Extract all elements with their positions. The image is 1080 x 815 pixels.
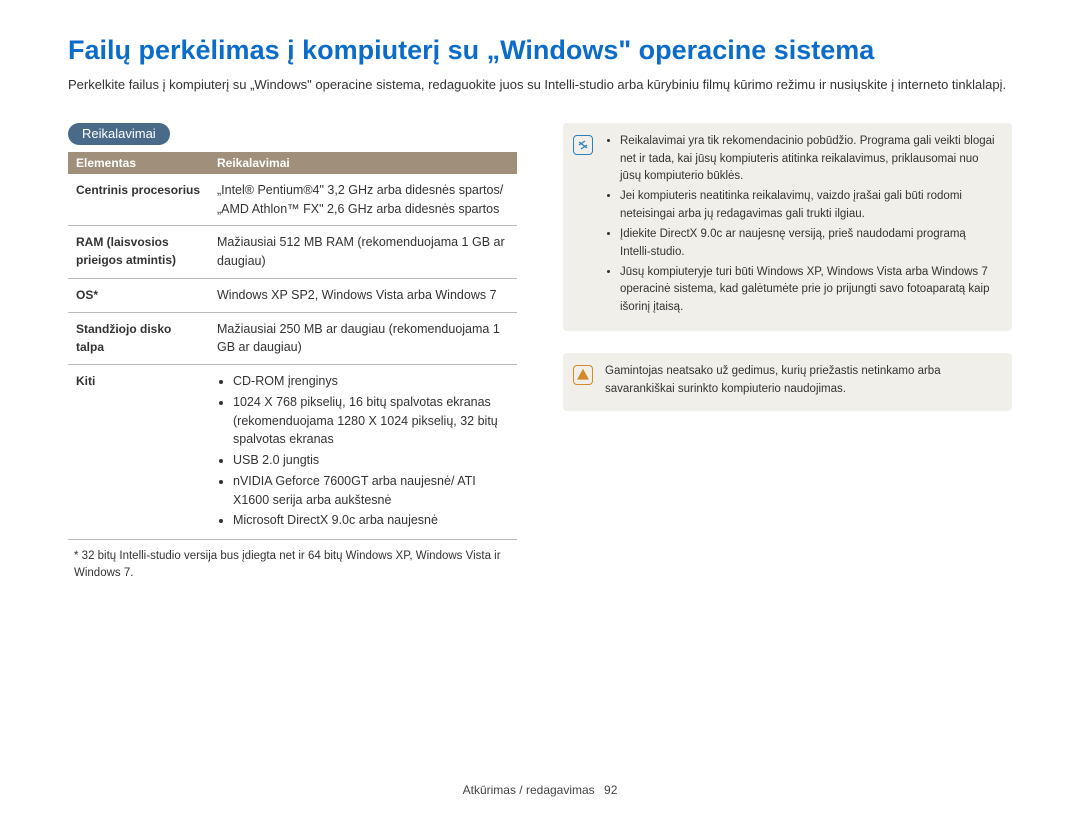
- list-item: 1024 X 768 pikselių, 16 bitų spalvotas e…: [233, 393, 509, 449]
- table-row: Kiti CD-ROM įrenginys 1024 X 768 pikseli…: [68, 365, 517, 540]
- table-row: OS* Windows XP SP2, Windows Vista arba W…: [68, 278, 517, 312]
- row-label: Kiti: [68, 365, 209, 540]
- list-item: CD-ROM įrenginys: [233, 372, 509, 391]
- row-value: „Intel® Pentium®4" 3,2 GHz arba didesnės…: [209, 174, 517, 226]
- list-item: nVIDIA Geforce 7600GT arba naujesnė/ ATI…: [233, 472, 509, 510]
- footer-section: Atkūrimas / redagavimas: [463, 783, 595, 797]
- intro-text: Perkelkite failus į kompiuterį su „Windo…: [68, 76, 1012, 95]
- row-value: Windows XP SP2, Windows Vista arba Windo…: [209, 278, 517, 312]
- warning-text: Gamintojas neatsako už gedimus, kurių pr…: [605, 363, 998, 399]
- footnote: * 32 bitų Intelli-studio versija bus įdi…: [68, 548, 517, 583]
- requirements-table: Elementas Reikalavimai Centrinis proceso…: [68, 152, 517, 540]
- row-label: Standžiojo disko talpa: [68, 312, 209, 365]
- list-item: USB 2.0 jungtis: [233, 451, 509, 470]
- table-row: Standžiojo disko talpa Mažiausiai 250 MB…: [68, 312, 517, 365]
- list-item: Microsoft DirectX 9.0c arba naujesnė: [233, 511, 509, 530]
- row-label: OS*: [68, 278, 209, 312]
- requirements-badge: Reikalavimai: [68, 123, 170, 145]
- warning-note-box: Gamintojas neatsako už gedimus, kurių pr…: [563, 353, 1012, 411]
- list-item: Įdiekite DirectX 9.0c ar naujesnę versij…: [620, 226, 998, 262]
- list-item: Jei kompiuteris neatitinka reikalavimų, …: [620, 188, 998, 224]
- warning-icon: [573, 365, 593, 385]
- row-value: Mažiausiai 250 MB ar daugiau (rekomenduo…: [209, 312, 517, 365]
- row-label: Centrinis procesorius: [68, 174, 209, 226]
- info-icon: [573, 135, 593, 155]
- row-value: Mažiausiai 512 MB RAM (rekomenduojama 1 …: [209, 226, 517, 279]
- info-note-box: Reikalavimai yra tik rekomendacinio pobū…: [563, 123, 1012, 331]
- col-header-requirement: Reikalavimai: [209, 152, 517, 174]
- list-item: Jūsų kompiuteryje turi būti Windows XP, …: [620, 264, 998, 317]
- row-label: RAM (laisvosios prieigos atmintis): [68, 226, 209, 279]
- col-header-element: Elementas: [68, 152, 209, 174]
- page-number: 92: [604, 783, 617, 797]
- row-value: CD-ROM įrenginys 1024 X 768 pikselių, 16…: [209, 365, 517, 540]
- list-item: Reikalavimai yra tik rekomendacinio pobū…: [620, 133, 998, 186]
- page-footer: Atkūrimas / redagavimas 92: [0, 783, 1080, 797]
- table-row: RAM (laisvosios prieigos atmintis) Mažia…: [68, 226, 517, 279]
- table-row: Centrinis procesorius „Intel® Pentium®4"…: [68, 174, 517, 226]
- page-title: Failų perkėlimas į kompiuterį su „Window…: [68, 35, 1012, 66]
